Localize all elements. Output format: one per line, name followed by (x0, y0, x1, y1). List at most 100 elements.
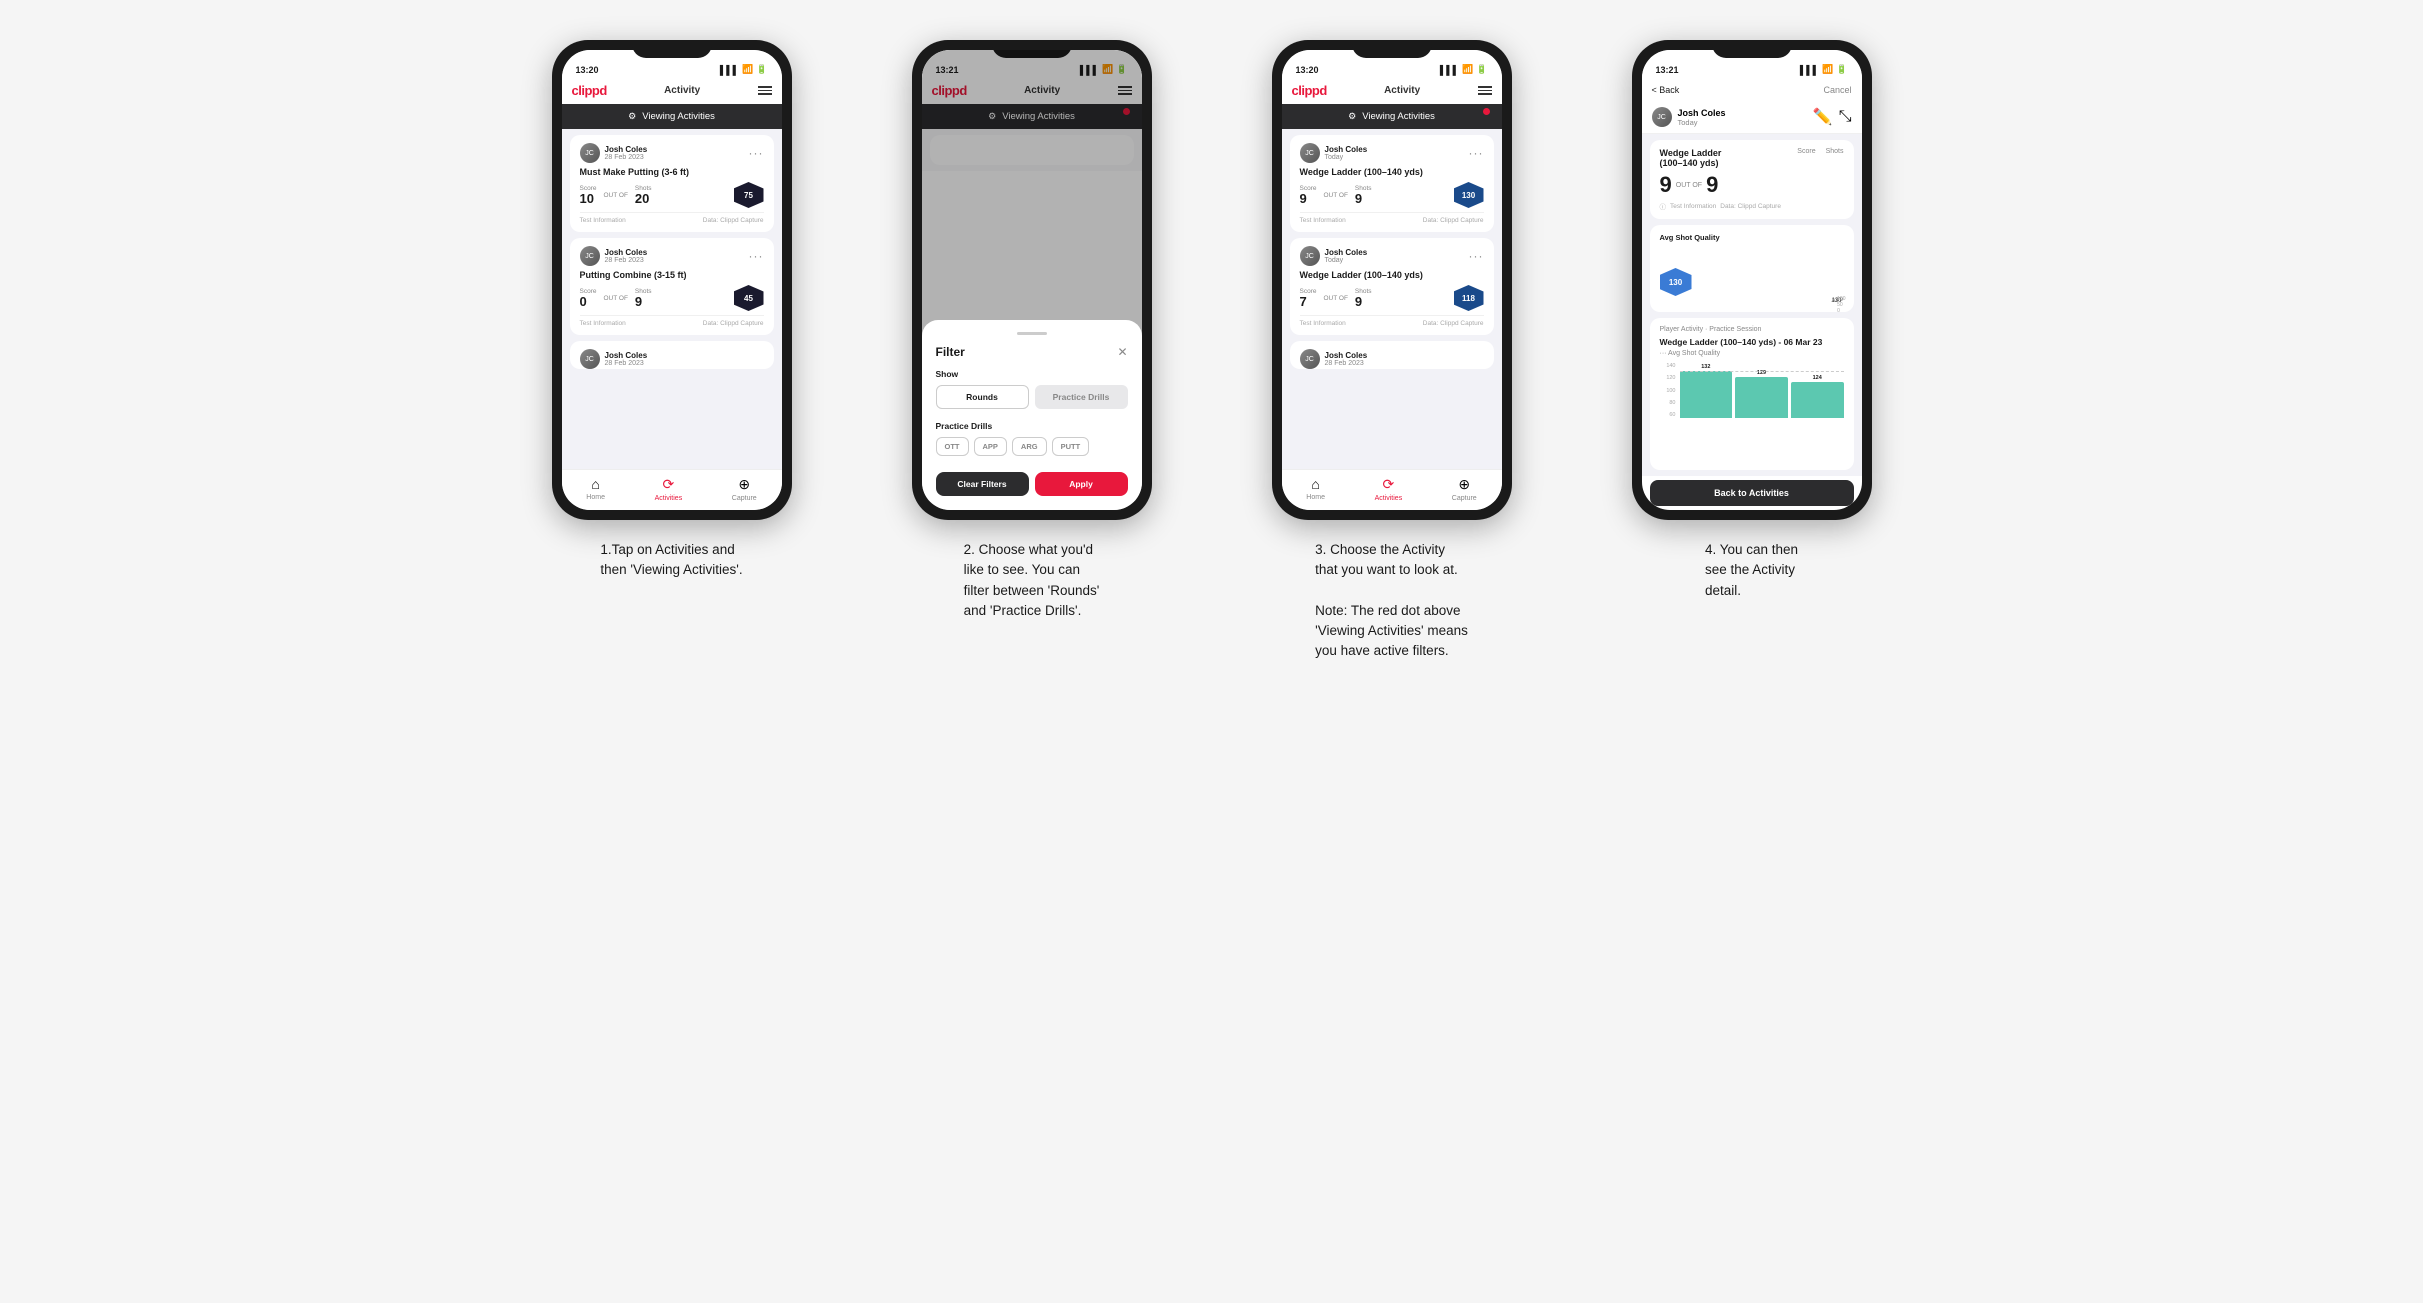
detail-score-row-4: 9 OUT OF 9 (1660, 172, 1844, 198)
player-activity-4: Player Activity · Practice Session Wedge… (1650, 318, 1854, 470)
bar-rect-4-3 (1791, 382, 1844, 418)
score-group-1-1: Score 10 (580, 185, 597, 205)
rounds-toggle[interactable]: Rounds (936, 385, 1029, 409)
status-icons-3: ▌▌▌ 📶 🔋 (1440, 64, 1488, 75)
detail-title-row-4: Wedge Ladder(100–140 yds) Score Shots (1660, 148, 1844, 168)
bar-rect-4-1 (1680, 371, 1733, 418)
header-title-1: Activity (664, 85, 700, 96)
notch-4 (1712, 40, 1792, 58)
activities-icon-3: ⟳ (1383, 476, 1395, 493)
filter-header-2: Filter ✕ (936, 345, 1128, 359)
chart-container-4: 130 130 100 50 0 (1660, 246, 1844, 296)
info-icon-4: ⓘ (1660, 201, 1667, 211)
card-footer-3-1: Test Information Data: Clippd Capture (1300, 212, 1484, 224)
activity-card-3-1[interactable]: JC Josh Coles Today ··· Wedge Ladder (10… (1290, 135, 1494, 232)
shots-value-1-2: 9 (635, 295, 652, 308)
app-header-1: clippd Activity (562, 79, 782, 104)
card-menu-3-1[interactable]: ··· (1469, 146, 1484, 160)
user-date-1-2: 28 Feb 2023 (605, 257, 648, 264)
home-label-1: Home (586, 494, 605, 501)
apply-btn[interactable]: Apply (1035, 472, 1128, 496)
nav-activities-1[interactable]: ⟳ Activities (655, 476, 683, 502)
detail-user-details-4: Josh Coles Today (1678, 108, 1726, 127)
viewing-banner-1[interactable]: ⚙ Viewing Activities (562, 104, 782, 129)
cancel-btn-4[interactable]: Cancel (1823, 85, 1851, 95)
back-btn-4[interactable]: < Back (1652, 85, 1680, 95)
chip-ott[interactable]: OTT (936, 437, 969, 456)
practice-drills-toggle[interactable]: Practice Drills (1035, 385, 1128, 409)
home-icon-1: ⌂ (591, 476, 599, 492)
card-header-1-2: JC Josh Coles 28 Feb 2023 ··· (580, 246, 764, 266)
mini-bar-chart-4: 132 129 124 (1680, 363, 1844, 418)
step-1-column: 13:20 ▌▌▌ 📶 🔋 clippd Activity (512, 40, 832, 581)
shots-group-1-1: Shots 20 (635, 185, 652, 205)
nav-capture-3[interactable]: ⊕ Capture (1452, 476, 1477, 502)
step-4-column: 13:21 ▌▌▌ 📶 🔋 < Back Cancel JC (1592, 40, 1912, 601)
pa-label-4: Player Activity · Practice Session (1660, 326, 1844, 333)
capture-icon-3: ⊕ (1458, 476, 1470, 493)
filter-icon-3: ⚙ (1348, 111, 1356, 122)
card-menu-3-2[interactable]: ··· (1469, 249, 1484, 263)
hamburger-menu-1[interactable] (758, 86, 772, 95)
activity-title-1-1: Must Make Putting (3-6 ft) (580, 167, 764, 177)
outof-3-1: OUT OF (1323, 192, 1347, 199)
quality-hex-4: 130 (1660, 268, 1692, 296)
activity-card-1-3[interactable]: JC Josh Coles 28 Feb 2023 (570, 341, 774, 369)
stats-row-3-2: Score 7 OUT OF Shots 9 118 (1300, 285, 1484, 311)
expand-icon-4[interactable]: ⤡ (1839, 108, 1852, 126)
user-info-1-2: JC Josh Coles 28 Feb 2023 (580, 246, 648, 266)
edit-icon-4[interactable]: ✏️ (1813, 107, 1833, 127)
filter-chips: OTT APP ARG PUTT (936, 437, 1128, 456)
viewing-banner-3[interactable]: ⚙ Viewing Activities (1282, 104, 1502, 129)
avatar-3-2: JC (1300, 246, 1320, 266)
user-date-1-1: 28 Feb 2023 (605, 154, 648, 161)
page-container: 13:20 ▌▌▌ 📶 🔋 clippd Activity (512, 40, 1912, 662)
shots-value-3-2: 9 (1355, 295, 1372, 308)
score-label-4: Score (1797, 148, 1815, 155)
filter-drag-handle (1017, 332, 1047, 335)
score-value-3-2: 7 (1300, 295, 1317, 308)
logo-1: clippd (572, 83, 607, 98)
phone-3: 13:20 ▌▌▌ 📶 🔋 clippd Activity (1272, 40, 1512, 520)
activity-card-3-3[interactable]: JC Josh Coles 28 Feb 2023 (1290, 341, 1494, 369)
detail-user-info-4: JC Josh Coles Today (1652, 107, 1726, 127)
card-header-3-3: JC Josh Coles 28 Feb 2023 (1300, 349, 1484, 369)
activity-card-1-2[interactable]: JC Josh Coles 28 Feb 2023 ··· Putting Co… (570, 238, 774, 335)
card-menu-1-1[interactable]: ··· (749, 146, 764, 160)
screen-4: 13:21 ▌▌▌ 📶 🔋 < Back Cancel JC (1642, 50, 1862, 510)
chip-app[interactable]: APP (974, 437, 1007, 456)
activities-label-3: Activities (1375, 495, 1403, 502)
home-icon-3: ⌂ (1311, 476, 1319, 492)
detail-actions-4: ✏️ ⤡ (1813, 107, 1852, 127)
stats-row-1-2: Score 0 OUT OF Shots 9 45 (580, 285, 764, 311)
card-footer-1-1: Test Information Data: Clippd Capture (580, 212, 764, 224)
pa-title-4: Wedge Ladder (100–140 yds) - 06 Mar 23 (1660, 337, 1844, 347)
back-to-activities-btn-4[interactable]: Back to Activities (1650, 480, 1854, 506)
avatar-1-2: JC (580, 246, 600, 266)
user-name-1-2: Josh Coles (605, 248, 648, 257)
nav-activities-3[interactable]: ⟳ Activities (1375, 476, 1403, 502)
activity-title-3-2: Wedge Ladder (100–140 yds) (1300, 270, 1484, 280)
filter-close-btn[interactable]: ✕ (1117, 345, 1127, 359)
activity-card-3-2[interactable]: JC Josh Coles Today ··· Wedge Ladder (10… (1290, 238, 1494, 335)
activity-card-1-1[interactable]: JC Josh Coles 28 Feb 2023 ··· Must Make … (570, 135, 774, 232)
chip-arg[interactable]: ARG (1012, 437, 1047, 456)
hamburger-menu-3[interactable] (1478, 86, 1492, 95)
time-1: 13:20 (576, 65, 599, 75)
app-header-3: clippd Activity (1282, 79, 1502, 104)
step-1-description: 1.Tap on Activities and then 'Viewing Ac… (600, 540, 742, 581)
nav-home-3[interactable]: ⌂ Home (1306, 476, 1325, 502)
clear-filters-btn[interactable]: Clear Filters (936, 472, 1029, 496)
user-name-3-3: Josh Coles (1325, 351, 1368, 360)
nav-home-1[interactable]: ⌂ Home (586, 476, 605, 502)
step-3-column: 13:20 ▌▌▌ 📶 🔋 clippd Activity (1232, 40, 1552, 662)
nav-capture-1[interactable]: ⊕ Capture (732, 476, 757, 502)
activities-list-3: JC Josh Coles Today ··· Wedge Ladder (10… (1282, 129, 1502, 469)
header-title-3: Activity (1384, 85, 1420, 96)
activities-label-1: Activities (655, 495, 683, 502)
card-menu-1-2[interactable]: ··· (749, 249, 764, 263)
user-info-1-1: JC Josh Coles 28 Feb 2023 (580, 143, 648, 163)
filter-modal-2[interactable]: Filter ✕ Show Rounds Practice Drills Pra… (922, 320, 1142, 510)
user-name-1-3: Josh Coles (605, 351, 648, 360)
chip-putt[interactable]: PUTT (1052, 437, 1090, 456)
